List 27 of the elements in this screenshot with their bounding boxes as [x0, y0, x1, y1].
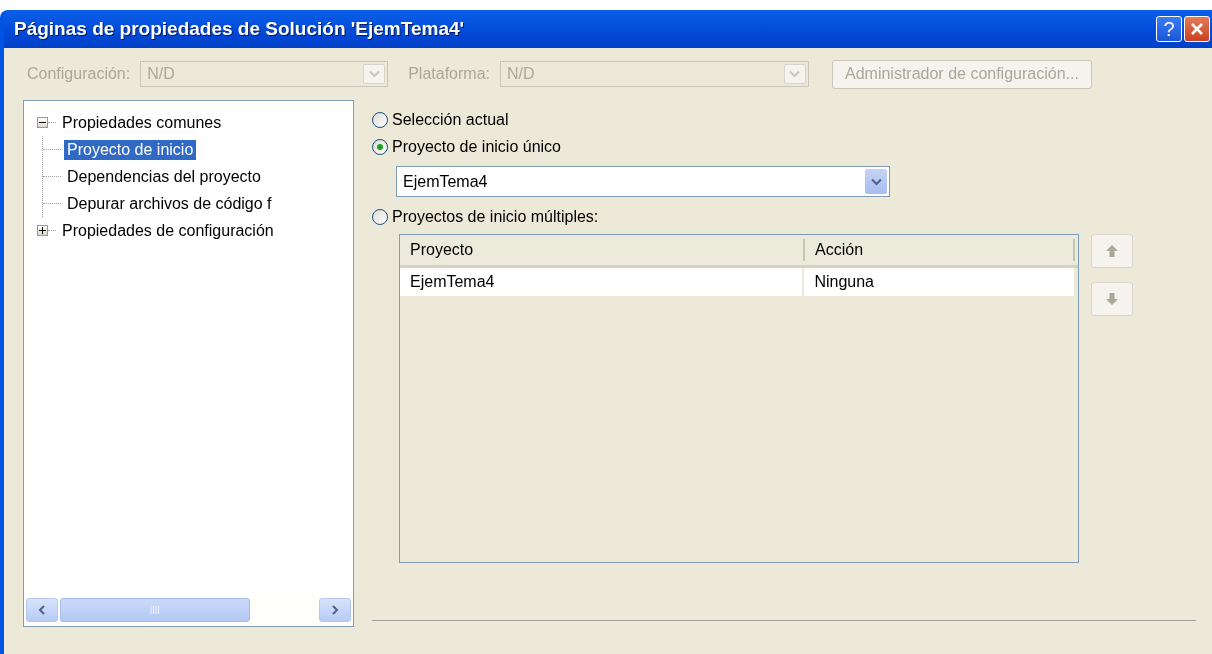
window-title: Páginas de propiedades de Solución 'EjemTema4' — [14, 18, 466, 40]
radio-button[interactable] — [372, 138, 388, 155]
radio-label[interactable]: Proyecto de inicio único — [392, 137, 561, 156]
radio-label[interactable]: Proyectos de inicio múltiples: — [392, 207, 599, 226]
close-icon[interactable] — [1190, 22, 1204, 36]
radio-button[interactable] — [372, 208, 388, 225]
tree-item[interactable]: Depurar archivos de código f — [64, 193, 275, 214]
expand-icon[interactable] — [37, 225, 48, 236]
field-label: Configuración: — [27, 65, 131, 83]
table-cell: EjemTema4 — [400, 268, 805, 296]
help-button[interactable]: ? — [1156, 16, 1182, 42]
tree-item[interactable]: Proyecto de inicio — [64, 139, 197, 160]
radio-button[interactable] — [372, 111, 388, 128]
radio-label[interactable]: Selección actual — [392, 110, 509, 129]
column-header[interactable]: Acción — [805, 239, 1075, 261]
scroll-right-button[interactable] — [319, 598, 351, 622]
field-label: Plataforma: — [408, 65, 490, 83]
scroll-left-button[interactable] — [26, 598, 58, 622]
collapse-icon[interactable] — [37, 117, 48, 128]
scrollbar-thumb[interactable] — [60, 598, 250, 622]
column-header[interactable]: Proyecto — [400, 239, 805, 261]
tree-item[interactable]: Propiedades de configuración — [59, 220, 277, 241]
tree-item[interactable]: Propiedades comunes — [59, 112, 225, 133]
tree-item[interactable]: Dependencias del proyecto — [64, 166, 264, 187]
table-cell: Ninguna — [804, 268, 1074, 296]
close-button[interactable] — [1184, 16, 1210, 42]
project-dropdown[interactable]: EjemTema4 — [396, 166, 890, 197]
